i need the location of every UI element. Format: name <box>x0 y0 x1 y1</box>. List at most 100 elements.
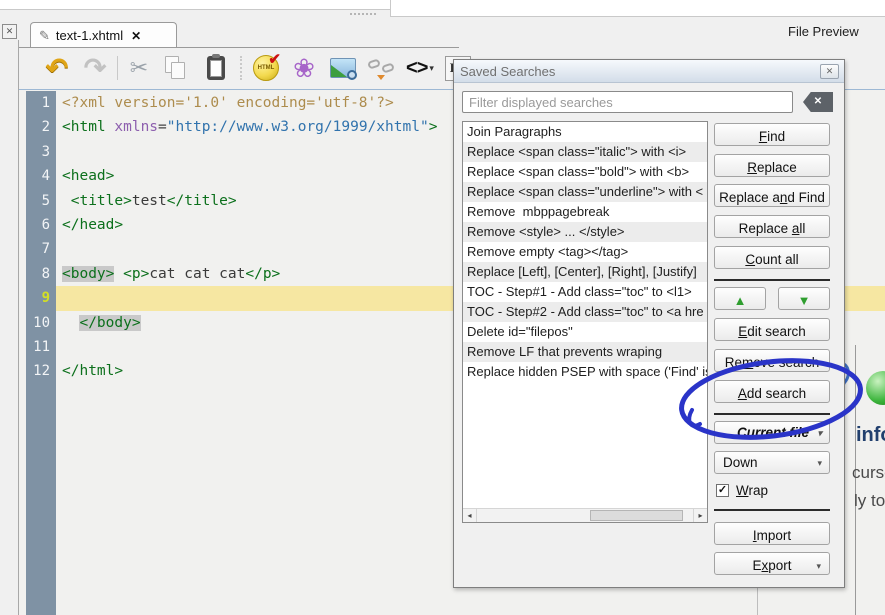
redo-icon: ↷ <box>83 52 107 83</box>
background-text-line2: ly to <box>854 491 885 510</box>
splitter-grip[interactable] <box>350 13 376 16</box>
line-number: 2 <box>41 119 50 136</box>
line-number: 5 <box>41 192 50 209</box>
code-token: <?xml version='1.0' encoding='utf-8'?> <box>62 95 394 111</box>
import-button[interactable]: Import <box>714 522 830 545</box>
saved-search-item[interactable]: Replace <span class="italic"> with <i> <box>463 142 707 162</box>
saved-search-item[interactable]: Replace <span class="underline"> with < <box>463 182 707 202</box>
wrap-label: Wrap <box>736 483 768 498</box>
label-text: E <box>752 557 762 573</box>
count-all-button[interactable]: Count all <box>714 246 830 269</box>
special-character-button[interactable]: ❀ <box>288 51 320 85</box>
line-number: 8 <box>41 265 50 282</box>
dialog-titlebar[interactable]: Saved Searches ✕ <box>454 60 844 83</box>
replace-and-find-button[interactable]: Replace and Find <box>714 184 830 207</box>
scope-select[interactable]: Current file ▾ <box>714 421 830 444</box>
gutter[interactable]: 1 2 3 4 5 6 7 8 9 10 11 12 <box>26 91 56 615</box>
tab-close-icon[interactable]: ✕ <box>131 29 141 43</box>
flower-icon: ❀ <box>293 52 315 83</box>
copy-button[interactable] <box>160 51 192 85</box>
undo-icon: ↶ <box>45 52 69 83</box>
replace-button[interactable]: Replace <box>714 154 830 177</box>
export-button[interactable]: Export ▾ <box>714 552 830 575</box>
line-number: 3 <box>41 143 50 160</box>
saved-search-item[interactable]: Remove empty <tag></tag> <box>463 242 707 262</box>
replace-all-button[interactable]: Replace all <box>714 215 830 238</box>
direction-select[interactable]: Down ▾ <box>714 451 830 474</box>
panel-close-button[interactable]: ✕ <box>2 24 17 39</box>
scrollbar-thumb[interactable] <box>589 510 683 521</box>
code-view-button[interactable]: <> ▾ <box>400 51 440 85</box>
cut-icon: ✂ <box>129 55 149 80</box>
saved-search-item[interactable]: Join Paragraphs <box>463 122 707 142</box>
label-text: dit search <box>747 323 806 339</box>
mnemonic-letter: C <box>745 251 756 267</box>
saved-search-item[interactable]: Delete id="filepos" <box>463 322 707 342</box>
button-separator <box>714 413 830 415</box>
dialog-title: Saved Searches <box>460 63 556 79</box>
mnemonic-letter: F <box>758 128 768 144</box>
app-window: { "colors": { "annotation_blue": "#2a34c… <box>0 0 885 615</box>
label-text: d Find <box>787 189 825 205</box>
line-number: 1 <box>41 95 50 111</box>
tab-label: text-1.xhtml <box>55 28 124 43</box>
top-panel-edge-right <box>390 0 885 17</box>
paste-button[interactable] <box>200 51 232 85</box>
background-text-line1: cursor <box>852 463 885 482</box>
label-text: ind <box>767 128 786 144</box>
remove-search-button[interactable]: Remove search <box>714 349 830 372</box>
label-text: Re <box>724 354 742 370</box>
toolbar-grip <box>240 56 244 80</box>
clear-filter-icon[interactable]: ✕ <box>803 92 833 112</box>
filter-input[interactable] <box>462 91 793 113</box>
saved-search-item[interactable]: TOC - Step#1 - Add class="toc" to <l1> <box>463 282 707 302</box>
checkbox-check-icon[interactable]: ✓ <box>716 484 729 497</box>
chevron-down-icon[interactable]: ▾ <box>429 63 434 74</box>
tab-text-1-xhtml[interactable]: ✎ text-1.xhtml ✕ <box>30 22 177 48</box>
html-check-icon: HTML ✔ <box>253 51 281 81</box>
horizontal-scrollbar[interactable]: ◂ ▸ <box>463 508 707 522</box>
code-token: xmlns <box>114 119 159 136</box>
line-number: 11 <box>33 338 50 355</box>
edit-search-button[interactable]: Edit search <box>714 318 830 341</box>
undo-button[interactable]: ↶ <box>40 51 74 85</box>
redo-button[interactable]: ↷ <box>78 51 112 85</box>
edit-pencil-icon: ✎ <box>39 27 50 43</box>
add-search-button[interactable]: Add search <box>714 380 830 403</box>
mnemonic-letter: m <box>741 354 754 370</box>
scroll-left-icon[interactable]: ◂ <box>463 509 477 522</box>
saved-search-item[interactable]: Remove <style> ... </style> <box>463 222 707 242</box>
dialog-close-icon[interactable]: ✕ <box>820 64 839 79</box>
saved-search-item[interactable]: Replace hidden PSEP with space ('Find' i… <box>463 362 707 382</box>
saved-search-item[interactable]: Replace <span class="bold"> with <b> <box>463 162 707 182</box>
move-down-button[interactable]: ▼ <box>778 287 830 310</box>
wrap-checkbox-row[interactable]: ✓ Wrap <box>716 483 768 498</box>
paste-icon <box>207 54 225 80</box>
code-token: > <box>428 119 438 136</box>
saved-search-item[interactable]: Remove mbppagebreak <box>463 202 707 222</box>
mnemonic-letter: E <box>738 323 748 339</box>
cut-button[interactable]: ✂ <box>123 51 155 85</box>
chevron-down-icon: ▾ <box>816 561 821 571</box>
line-number: 12 <box>33 363 50 380</box>
saved-search-item[interactable]: TOC - Step#2 - Add class="toc" to <a hre <box>463 302 707 322</box>
saved-search-item[interactable]: Replace [Left], [Center], [Right], [Just… <box>463 262 707 282</box>
scroll-right-icon[interactable]: ▸ <box>693 509 707 522</box>
label-text: dd search <box>746 385 807 401</box>
chevron-down-icon: ▾ <box>817 428 822 438</box>
code-token: <html <box>62 119 106 136</box>
saved-searches-dialog: Saved Searches ✕ ✕ Join ParagraphsReplac… <box>453 59 845 588</box>
validate-html-button[interactable]: HTML ✔ <box>250 51 282 85</box>
chevron-down-icon: ▾ <box>817 458 822 468</box>
code-token: test <box>131 192 167 209</box>
move-up-button[interactable]: ▲ <box>714 287 766 310</box>
insert-image-icon <box>330 58 357 80</box>
saved-search-item[interactable]: Remove LF that prevents wraping <box>463 342 707 362</box>
find-button[interactable]: Find <box>714 123 830 146</box>
line-number: 9 <box>41 290 50 307</box>
toolbar: ↶ ↷ ✂ HTML✔ ❀ <> ▾ H1 <box>19 48 471 89</box>
saved-searches-list[interactable]: Join Paragraphs Replace <span class="ital… <box>462 121 708 523</box>
remove-link-button[interactable] <box>364 51 398 85</box>
insert-image-button[interactable] <box>326 51 360 85</box>
